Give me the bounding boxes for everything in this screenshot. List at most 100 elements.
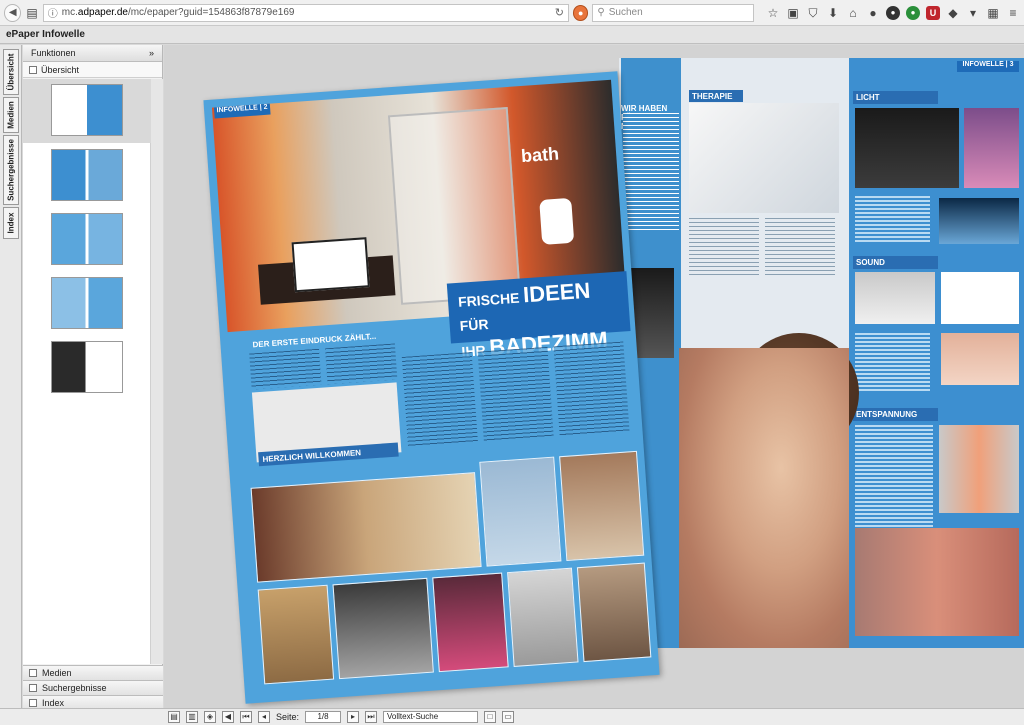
thumbnail-page-4[interactable] [51,277,123,329]
bath-logo: bath [520,143,560,167]
text-licht [855,196,930,244]
photo-showroom-7 [507,567,579,667]
section-entspannung: ENTSPANNUNG [853,408,938,421]
prev-page-icon[interactable]: ◂ [258,711,270,723]
first-page-icon[interactable]: ⏮ [240,711,252,723]
photo-showroom-5 [332,577,434,680]
thumbnail-page-1[interactable] [51,84,123,136]
tab-overview[interactable]: Übersicht [3,49,19,95]
page-tag-right: INFOWELLE | 3 [957,61,1019,72]
vertical-tabs: Übersicht Medien Suchergebnisse Index [0,45,22,710]
photo-infrared [939,425,1019,513]
photo-sauna [855,528,1019,636]
viewer-toolbar: ▤ ▥ ◈ ◀ ⏮ ◂ Seite: 1/8 ▸ ⏭ Volltext-Such… [0,708,1024,725]
download-icon[interactable]: ⬇ [826,6,840,20]
search-icon: ⚲ [597,7,605,18]
photo-remote [855,272,935,324]
text-intro-2 [325,343,398,385]
section-sound: SOUND [853,256,938,269]
home-icon[interactable]: ⌂ [846,6,860,20]
page-label: Seite: [276,712,300,722]
thumbnail-page-3[interactable] [51,213,123,265]
thumbnail-list [23,79,151,664]
dropdown-icon[interactable]: ▾ [966,6,980,20]
reload-icon[interactable]: ↻ [555,6,564,19]
overview-header[interactable]: Übersicht [23,62,162,78]
photo-light [964,108,1019,188]
collapse-icon[interactable]: » [149,48,154,58]
magazine-page-3[interactable]: INFOWELLE | 3 LICHT SOUND ENTSPANNUNG [849,58,1024,648]
shield-icon[interactable]: U [926,5,940,20]
functions-panel-header[interactable]: Funktionen » [23,45,162,62]
share-icon[interactable]: ◈ [204,711,216,723]
extension-icon[interactable]: ● [886,5,900,20]
photo-showroom-2 [479,456,562,567]
text-intro-1 [249,348,322,390]
star-icon[interactable]: ☆ [766,6,780,20]
page-icon[interactable]: ▤ [25,6,38,20]
overview-icon [29,65,37,74]
text-col-4 [477,346,554,442]
url-text: mc.adpaper.de/mc/epaper?guid=154863f8787… [61,7,295,18]
thumbnail-scrollbar[interactable] [151,79,163,664]
chat-icon[interactable]: ● [866,6,880,20]
photo-showroom-1 [250,472,482,583]
tab-search-results[interactable]: Suchergebnisse [3,135,19,205]
search-results-icon [29,684,37,692]
magazine-viewer[interactable]: INFOWELLE | 3 LICHT SOUND ENTSPANNUNG WI… [164,45,1024,710]
search-input[interactable]: ⚲ Suchen [592,3,754,22]
text-neuheiten [623,113,679,233]
photo-showroom-8 [576,562,652,663]
text-sound [855,333,930,393]
back-icon[interactable]: ◀ [4,3,22,22]
media-icon [29,669,37,677]
headline: FRISCHE IDEEN FÜR IHR BADEZIMM [446,271,631,360]
photo-showroom-6 [432,572,509,673]
thumbnail-page-5[interactable] [51,341,123,393]
browser-toolbar: ◀ ▤ ⓘ mc.adpaper.de/mc/epaper?guid=15486… [0,0,1024,26]
clipboard-icon[interactable]: ▣ [786,6,800,20]
sidebar: Funktionen » Übersicht Medien Suchergebn… [23,45,163,710]
info-icon[interactable]: ⓘ [48,5,58,20]
search-engine-icon[interactable]: ● [572,4,589,21]
sink [291,237,370,293]
reader-icon[interactable]: ▦ [986,6,1000,20]
url-bar[interactable]: ⓘ mc.adpaper.de/mc/epaper?guid=154863f87… [42,3,569,22]
magazine-page-middle[interactable]: WIR HABEN FÜR SIE DIE NEUHEITEN THERAPIE [619,58,859,648]
photo-showroom-4 [257,584,335,685]
menu-icon[interactable]: ≡ [1006,6,1020,20]
section-licht: LICHT [853,91,938,104]
photo-showroom-3 [559,450,645,562]
magazine-page-2[interactable]: bath INFOWELLE | 2 FRISCHE IDEEN FÜR IHR… [203,71,660,704]
panel-search-results[interactable]: Suchergebnisse [23,680,163,695]
tab-index[interactable]: Index [3,207,19,239]
text-therapie-2 [765,218,835,278]
page-number-input[interactable]: 1/8 [305,711,342,723]
photo-bathtub [689,103,839,213]
photo-woman-shower [679,348,849,648]
thumbnail-page-2[interactable] [51,149,123,201]
pocket-icon[interactable]: ⛉ [806,6,820,20]
zoom-fit-icon[interactable]: □ [484,711,497,723]
photo-panel [941,272,1019,324]
section-therapie: THERAPIE [689,90,743,102]
text-col-5 [553,341,630,437]
wc [539,197,575,245]
index-icon [29,699,37,707]
print-icon[interactable]: ▤ [168,711,180,723]
pdf-icon[interactable]: ▥ [186,711,198,723]
panel-media[interactable]: Medien [23,665,163,680]
fulltext-search-input[interactable]: Volltext-Suche [383,711,479,723]
tab-media[interactable]: Medien [3,97,19,133]
addon-icon[interactable]: ◆ [946,6,960,20]
next-page-icon[interactable]: ▸ [347,711,360,723]
last-page-icon[interactable]: ⏭ [365,711,378,723]
fullscreen-icon[interactable]: ▭ [502,711,515,723]
photo-bath-woman [941,333,1019,385]
glass-shower [387,107,521,305]
sound-icon[interactable]: ◀ [222,711,234,723]
photo-wc [855,108,959,188]
app-title: ePaper Infowelle [0,26,1024,44]
addon-green-icon[interactable]: ● [906,5,920,20]
photo-blue-light [939,198,1019,244]
